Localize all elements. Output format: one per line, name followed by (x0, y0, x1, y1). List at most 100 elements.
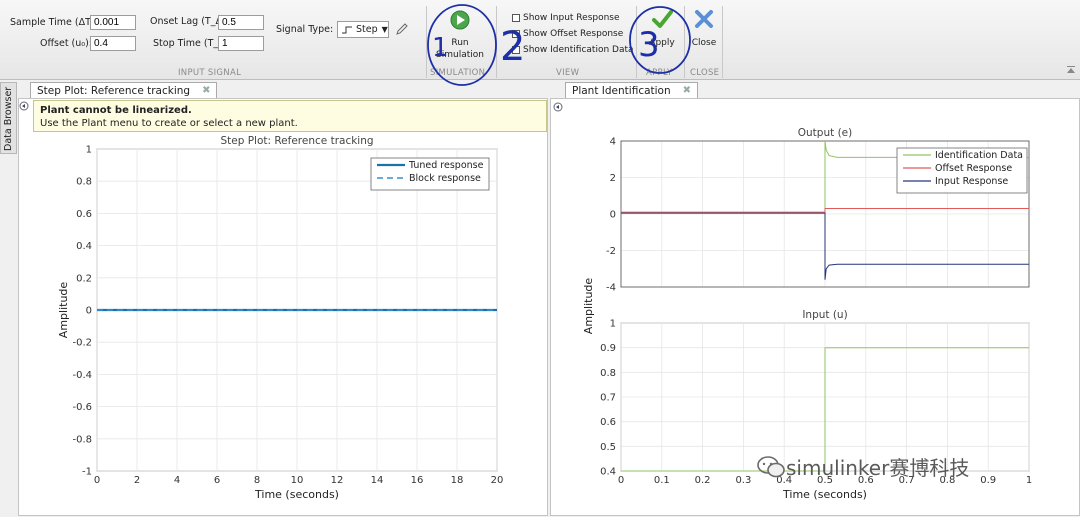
x-tick-label: 2 (134, 475, 140, 486)
checkbox-box[interactable] (512, 14, 520, 22)
step-plot-svg: 0 2 4 6 8 10 12 14 16 18 20 1 0.8 0.6 0.4 0.2 0 -0.2 -0.4 -… (57, 135, 504, 501)
x-tick-label: 0.3 (735, 475, 751, 486)
y-tick-label: 0.2 (76, 273, 92, 284)
tab-plant-identification-label: Plant Identification (572, 84, 671, 97)
input-signal-group-label: INPUT SIGNAL (178, 68, 242, 78)
tab-step-plot[interactable]: Step Plot: Reference tracking ✖ (30, 82, 218, 98)
run-simulation-button[interactable]: Run Simulation (432, 6, 488, 64)
divider (684, 6, 685, 78)
apply-label: Apply (649, 38, 675, 48)
show-offset-response-label: Show Offset Response (523, 29, 624, 39)
y-tick-label: 0.8 (600, 368, 616, 379)
watermark: simulinker赛博科技 (756, 452, 969, 481)
x-axis-label: Time (seconds) (254, 488, 339, 501)
divider (496, 6, 497, 78)
step-signal-icon (342, 26, 352, 33)
simulation-group-label: SIMULATION (430, 68, 486, 78)
y-tick-label: 0.5 (600, 442, 616, 453)
offset-label: Offset (u₀): (40, 38, 93, 49)
x-tick-label: 0 (94, 475, 100, 486)
offset-input[interactable] (90, 36, 136, 51)
chart-title: Step Plot: Reference tracking (220, 135, 373, 147)
view-group-label: VIEW (556, 68, 580, 78)
data-browser-tab[interactable]: Data Browser (0, 82, 17, 154)
divider (426, 6, 427, 78)
x-tick-label: 6 (214, 475, 220, 486)
signal-type-dropdown[interactable]: Step ▼ (337, 21, 389, 38)
chart-title: Input (u) (802, 309, 847, 321)
y-tick-label: 0.8 (76, 177, 92, 188)
watermark-text: simulinker赛博科技 (786, 456, 970, 480)
close-button[interactable]: Close (688, 6, 720, 52)
show-identification-data-checkbox[interactable]: Show Identification Data (512, 45, 634, 55)
close-label: Close (691, 38, 717, 48)
toolstrip: Sample Time (ΔT): Offset (u₀): Onset Lag… (0, 0, 1080, 80)
close-group-label: CLOSE (690, 68, 720, 78)
onset-lag-input[interactable] (218, 15, 264, 30)
warning-text: Use the Plant menu to create or select a… (40, 118, 298, 129)
y-tick-label: 0 (610, 210, 616, 221)
y-tick-label: 0.6 (76, 209, 92, 220)
x-tick-label: 10 (291, 475, 304, 486)
y-tick-label: -0.8 (72, 434, 92, 445)
play-icon (450, 10, 470, 30)
x-tick-label: 0.9 (980, 475, 996, 486)
close-tab-icon[interactable]: ✖ (202, 85, 210, 96)
x-axis-label: Time (seconds) (782, 488, 867, 501)
x-tick-label: 0.1 (654, 475, 670, 486)
y-axis-label: Amplitude (57, 282, 70, 339)
x-tick-label: 20 (491, 475, 504, 486)
checkbox-box[interactable] (512, 46, 520, 54)
y-tick-label: -0.4 (72, 370, 92, 381)
panel-menu-icon[interactable] (553, 102, 563, 112)
x-tick-label: 4 (174, 475, 180, 486)
wechat-icon (757, 455, 785, 477)
y-tick-label: 4 (610, 137, 616, 148)
run-label-line2: Simulation (436, 50, 484, 60)
y-axis-label: Amplitude (582, 278, 595, 335)
panel-menu-icon[interactable] (19, 101, 29, 111)
warning-title: Plant cannot be linearized. (40, 105, 192, 116)
y-tick-label: 0.4 (600, 467, 616, 478)
sample-time-label: Sample Time (ΔT): (10, 17, 98, 28)
edit-pencil-icon[interactable] (395, 22, 409, 36)
checkbox-box[interactable] (512, 30, 520, 38)
x-tick-label: 12 (331, 475, 344, 486)
sample-time-input[interactable] (90, 15, 136, 30)
apply-group-label: APPLY (646, 68, 673, 78)
signal-type-label: Signal Type: (276, 24, 334, 35)
y-tick-label: -2 (606, 246, 616, 257)
y-tick-label: -0.2 (72, 338, 92, 349)
divider (636, 6, 637, 78)
x-tick-label: 16 (411, 475, 424, 486)
chart-title: Output (e) (798, 127, 852, 139)
legend-label: Tuned response (408, 160, 484, 171)
show-input-response-label: Show Input Response (523, 13, 620, 23)
checkmark-icon (652, 10, 673, 28)
left-plot-panel: 0 2 4 6 8 10 12 14 16 18 20 1 0.8 0.6 0.4 0.2 0 -0.2 -0.4 -… (18, 98, 548, 516)
tab-step-plot-label: Step Plot: Reference tracking (37, 84, 191, 97)
chevron-down-icon: ▼ (381, 25, 388, 34)
close-icon (695, 10, 713, 28)
show-input-response-checkbox[interactable]: Show Input Response (512, 13, 620, 23)
y-tick-label: 0.9 (600, 343, 616, 354)
y-tick-label: 1 (86, 145, 92, 156)
y-tick-label: 0.4 (76, 241, 92, 252)
y-tick-label: -0.6 (72, 402, 92, 413)
show-identification-data-label: Show Identification Data (523, 45, 634, 55)
divider (722, 6, 723, 78)
collapse-toolstrip-icon[interactable] (1066, 66, 1076, 74)
x-tick-label: 8 (254, 475, 260, 486)
y-tick-label: 0 (86, 306, 92, 317)
y-tick-label: 0.6 (600, 417, 616, 428)
data-browser-label: Data Browser (3, 86, 14, 151)
close-tab-icon[interactable]: ✖ (683, 85, 691, 96)
y-tick-label: -1 (82, 467, 92, 478)
legend-label: Block response (409, 173, 481, 184)
stop-time-input[interactable] (218, 36, 264, 51)
tab-plant-identification[interactable]: Plant Identification ✖ (565, 82, 699, 98)
apply-button[interactable]: Apply (642, 6, 682, 52)
show-offset-response-checkbox[interactable]: Show Offset Response (512, 29, 623, 39)
legend-label: Offset Response (935, 163, 1012, 174)
signal-type-value: Step (356, 24, 378, 35)
